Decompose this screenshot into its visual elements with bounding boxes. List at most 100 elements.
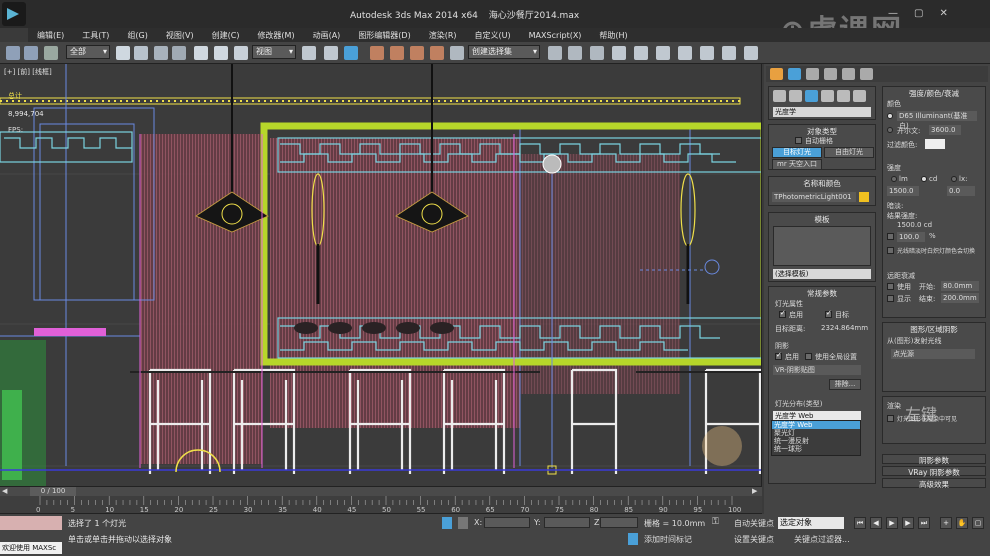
templates-title[interactable]: 模板 [769, 214, 875, 225]
advanced-effects-rollout[interactable]: 高级效果 [882, 478, 986, 490]
modify-tab-icon[interactable] [788, 68, 801, 80]
add-time-tag[interactable]: 添加时间标记 [644, 534, 692, 545]
geometry-icon[interactable] [773, 90, 786, 102]
dimming-checkbox[interactable] [887, 233, 894, 240]
time-tag-icon[interactable] [628, 533, 638, 545]
goto-end-icon[interactable]: ⏭ [918, 517, 930, 529]
selection-filter-select[interactable]: 全部 [66, 45, 110, 59]
far-end-input[interactable]: 200.0mm [941, 293, 979, 303]
shadow-type-select[interactable]: VR-阴影贴图 [773, 365, 861, 375]
visible-checkbox[interactable] [887, 415, 894, 422]
named-selection-select[interactable]: 创建选择集 [468, 45, 540, 59]
color-preset-radio[interactable] [887, 113, 893, 119]
targeted-checkbox[interactable] [825, 309, 832, 318]
menu-maxscript[interactable]: MAXScript(X) [520, 31, 591, 40]
mirror-icon[interactable] [548, 46, 562, 60]
key-icon[interactable]: ⚿ [712, 517, 719, 527]
target-light-button[interactable]: 目标灯光 [772, 147, 822, 158]
link-icon[interactable] [44, 46, 58, 60]
time-prev-icon[interactable]: ◀ [2, 487, 7, 495]
template-select[interactable]: (选择模板) [773, 269, 871, 279]
auto-key-button[interactable]: 自动关键点 [734, 518, 774, 529]
far-show-checkbox[interactable] [887, 295, 894, 302]
snap-toggle-icon[interactable] [370, 46, 384, 60]
maxscript-listener[interactable] [0, 516, 62, 530]
time-next-icon[interactable]: ▶ [752, 487, 757, 495]
z-coord-input[interactable] [600, 517, 638, 528]
maxscript-listener-label[interactable]: 欢迎使用 MAXSc [0, 542, 62, 554]
lm-radio[interactable] [891, 176, 897, 182]
filter-color-swatch[interactable] [925, 139, 945, 149]
motion-tab-icon[interactable] [824, 68, 837, 80]
utilities-tab-icon[interactable] [860, 68, 873, 80]
lx-distance-input[interactable]: 0.0 [947, 186, 975, 196]
create-tab-icon[interactable] [770, 68, 783, 80]
schematic-view-icon[interactable] [656, 46, 670, 60]
lx-radio[interactable] [951, 176, 957, 182]
display-tab-icon[interactable] [842, 68, 855, 80]
edit-named-selection-icon[interactable] [450, 46, 464, 60]
vray-shadow-rollout[interactable]: VRay 阴影参数 [882, 466, 986, 477]
far-use-checkbox[interactable] [887, 283, 894, 290]
goto-start-icon[interactable]: ⏮ [854, 517, 866, 529]
rotate-icon[interactable] [214, 46, 228, 60]
render-production-icon[interactable] [744, 46, 758, 60]
lights-icon[interactable] [805, 90, 818, 102]
pivot-icon[interactable] [302, 46, 316, 60]
name-color-title[interactable]: 名称和颜色 [769, 178, 875, 189]
menu-create[interactable]: 创建(C) [203, 30, 249, 41]
track-bar[interactable]: 0 5 10 15 20 25 30 35 40 45 50 55 60 65 70 75 80 85 90 95 10… [0, 496, 762, 514]
undo-icon[interactable] [6, 46, 20, 60]
shadow-enabled-checkbox[interactable] [775, 351, 782, 360]
kelvin-input[interactable]: 3600.0 [929, 125, 961, 135]
close-icon[interactable]: ✕ [939, 8, 947, 19]
curve-editor-icon[interactable] [634, 46, 648, 60]
y-coord-input[interactable] [544, 517, 590, 528]
viewport-label[interactable]: [+] [前] [线框] [4, 67, 52, 77]
cameras-icon[interactable] [821, 90, 834, 102]
key-filters-button[interactable]: 关键点过滤器... [794, 534, 850, 545]
keyboard-shortcut-icon[interactable] [344, 46, 358, 60]
shadow-params-title[interactable]: 阴影参数 [883, 455, 985, 466]
move-icon[interactable] [194, 46, 208, 60]
dimming-percent-input[interactable]: 100.0 [897, 232, 925, 242]
kelvin-radio[interactable] [887, 127, 893, 133]
rendered-frame-icon[interactable] [722, 46, 736, 60]
select-manipulate-icon[interactable] [324, 46, 338, 60]
maximize-icon[interactable]: ▢ [914, 8, 923, 19]
redo-icon[interactable] [24, 46, 38, 60]
intensity-title[interactable]: 强度/颜色/衰减 [883, 88, 985, 99]
window-crossing-icon[interactable] [172, 46, 186, 60]
menu-animation[interactable]: 动画(A) [304, 30, 350, 41]
x-coord-input[interactable] [484, 517, 530, 528]
align-icon[interactable] [568, 46, 582, 60]
advanced-effects-title[interactable]: 高级效果 [883, 479, 985, 490]
rect-selection-icon[interactable] [154, 46, 168, 60]
frame-counter[interactable]: 0 / 100 [30, 487, 76, 496]
menu-graph-editors[interactable]: 图形编辑器(D) [349, 30, 419, 41]
incandescent-checkbox[interactable] [887, 247, 894, 254]
zoom-icon[interactable]: + [940, 517, 952, 529]
shape-title[interactable]: 图形/区域阴影 [883, 324, 985, 335]
prev-frame-icon[interactable]: ◀ [870, 517, 882, 529]
free-light-button[interactable]: 自由灯光 [824, 147, 874, 158]
menu-modifiers[interactable]: 修改器(M) [248, 30, 303, 41]
shapes-icon[interactable] [789, 90, 802, 102]
spacewarps-icon[interactable] [853, 90, 866, 102]
select-object-icon[interactable] [116, 46, 130, 60]
distribution-option[interactable]: 光度学 Web [772, 421, 860, 429]
intensity-input[interactable]: 1500.0 [887, 186, 919, 196]
distribution-option[interactable]: 聚光灯 [772, 429, 860, 437]
shape-select[interactable]: 点光源 [891, 349, 975, 359]
layer-manager-icon[interactable] [590, 46, 604, 60]
general-params-title[interactable]: 常规参数 [769, 288, 875, 299]
shadow-params-rollout[interactable]: 阴影参数 [882, 454, 986, 466]
exclude-button[interactable]: 排除... [829, 379, 861, 390]
menu-rendering[interactable]: 渲染(R) [420, 30, 466, 41]
distribution-option[interactable]: 统一球形 [772, 445, 860, 453]
helpers-icon[interactable] [837, 90, 850, 102]
play-icon[interactable]: ▶ [886, 517, 898, 529]
category-select[interactable]: 光度学 [773, 107, 871, 117]
color-preset-select[interactable]: D65 Illuminant(基准白) [897, 111, 977, 130]
scale-icon[interactable] [234, 46, 248, 60]
